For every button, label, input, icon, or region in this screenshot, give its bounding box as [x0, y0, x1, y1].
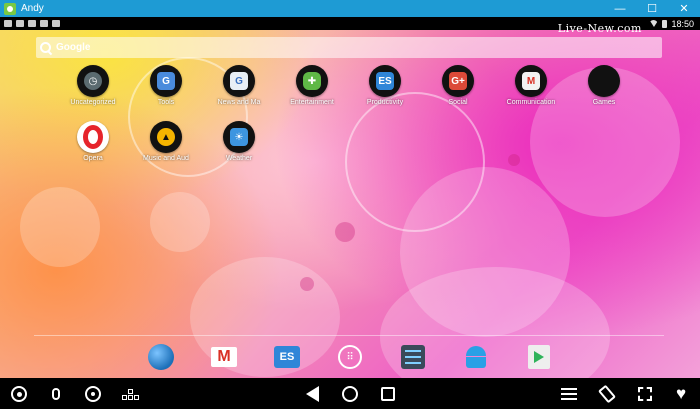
fullscreen-icon[interactable] — [634, 383, 656, 405]
wallpaper-bubble — [20, 187, 100, 267]
es-file-explorer-icon: ES — [274, 346, 300, 368]
search-label: Google — [56, 42, 91, 53]
notification-icon — [40, 20, 48, 27]
home-icon[interactable] — [339, 383, 361, 405]
app-label: Opera — [83, 155, 103, 162]
wallpaper-bubble — [150, 192, 210, 252]
weather-icon: ☀ — [223, 121, 255, 153]
app-music[interactable]: ▲ Music and Aud — [131, 121, 201, 162]
back-icon[interactable] — [301, 383, 323, 405]
wallpaper-bubble — [300, 277, 314, 291]
app-label: Weather — [225, 155, 253, 162]
window-controls: — ☐ ✕ — [604, 0, 700, 17]
es-folder-icon: ES — [369, 65, 401, 97]
notification-icon — [16, 20, 24, 27]
app-uncategorized[interactable]: ◷ Uncategorized — [58, 65, 128, 106]
andy-toolbar: ♥ — [0, 378, 700, 409]
rotate-icon[interactable] — [596, 383, 618, 405]
app-label: Uncategorized — [70, 99, 116, 106]
browser-icon — [148, 344, 174, 370]
dock-gmail[interactable]: M — [209, 343, 239, 371]
dock-settings[interactable] — [398, 343, 428, 371]
dock-android[interactable] — [461, 343, 491, 371]
android-icon — [466, 346, 486, 368]
dock-app-drawer[interactable]: ⠿ — [335, 343, 365, 371]
app-tools[interactable]: G Tools — [131, 65, 201, 106]
gmail-icon: M — [515, 65, 547, 97]
app-label: Social — [448, 99, 468, 106]
clock-time: 18:50 — [671, 18, 694, 29]
wallpaper-bubble — [508, 154, 520, 166]
recents-icon[interactable] — [377, 383, 399, 405]
app-label: Music and Aud — [143, 155, 189, 162]
gmail-icon: M — [211, 347, 237, 367]
camera-icon[interactable] — [8, 383, 30, 405]
notification-icon — [4, 20, 12, 27]
app-productivity[interactable]: ES Productivity — [350, 65, 420, 106]
gps-target-icon[interactable] — [82, 383, 104, 405]
music-player-icon: ▲ — [150, 121, 182, 153]
search-icon — [40, 41, 52, 54]
app-label: Productivity — [366, 99, 404, 106]
play-store-icon — [528, 345, 550, 369]
android-home-screen: 18:50 Live-New.com Google ◷ Uncategorize… — [0, 17, 700, 378]
notification-icon — [52, 20, 60, 27]
window-title: Andy — [21, 3, 44, 14]
google-tools-icon: G — [150, 65, 182, 97]
close-button[interactable]: ✕ — [668, 0, 700, 17]
dock-browser[interactable] — [146, 343, 176, 371]
app-news[interactable]: G News and Ma — [204, 65, 274, 106]
wifi-icon — [649, 20, 659, 27]
heart-icon[interactable]: ♥ — [670, 383, 692, 405]
opera-icon — [77, 121, 109, 153]
app-weather[interactable]: ☀ Weather — [204, 121, 274, 162]
app-label: Tools — [157, 99, 175, 106]
dock-play-store[interactable] — [524, 343, 554, 371]
microphone-icon[interactable] — [45, 383, 67, 405]
maximize-button[interactable]: ☐ — [636, 0, 668, 17]
app-entertainment[interactable]: ✚ Entertainment — [277, 65, 347, 106]
google-plus-icon: G+ — [442, 65, 474, 97]
app-opera[interactable]: Opera — [58, 121, 128, 162]
notification-icon — [28, 20, 36, 27]
battery-icon — [662, 19, 668, 28]
clock-icon: ◷ — [77, 65, 109, 97]
app-drawer-icon: ⠿ — [338, 345, 362, 369]
app-label: News and Ma — [217, 99, 261, 106]
andy-logo-icon — [4, 2, 16, 15]
app-label: Entertainment — [290, 99, 334, 106]
app-games[interactable]: Games — [569, 65, 639, 106]
minimize-button[interactable]: — — [604, 0, 636, 17]
app-social[interactable]: G+ Social — [423, 65, 493, 106]
google-search-bar[interactable]: Google — [36, 37, 662, 58]
game-controller-icon: ✚ — [296, 65, 328, 97]
keymap-icon[interactable] — [119, 383, 141, 405]
app-communication[interactable]: M Communication — [496, 65, 566, 106]
games-icon — [588, 65, 620, 97]
dock-divider — [34, 335, 664, 336]
news-icon: G — [223, 65, 255, 97]
watermark-text: Live-New.com — [557, 22, 642, 35]
menu-icon[interactable] — [558, 383, 580, 405]
app-label: Games — [592, 99, 616, 106]
window-titlebar: Andy — ☐ ✕ — [0, 0, 700, 17]
wallpaper-bubble — [335, 222, 355, 242]
dock-es-file-explorer[interactable]: ES — [272, 343, 302, 371]
settings-icon — [401, 345, 425, 369]
app-label: Communication — [506, 99, 556, 106]
